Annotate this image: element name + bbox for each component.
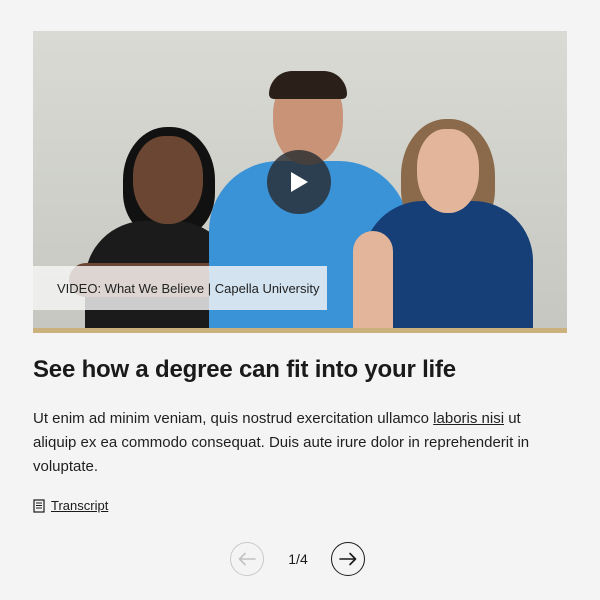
video-caption: VIDEO: What We Believe | Capella Univers… bbox=[33, 266, 327, 310]
transcript-link[interactable]: Transcript bbox=[33, 498, 108, 513]
video-thumbnail-person bbox=[133, 136, 203, 224]
document-icon bbox=[33, 498, 45, 513]
video-carousel-slide: VIDEO: What We Believe | Capella Univers… bbox=[0, 0, 600, 600]
video-thumbnail-person bbox=[269, 71, 347, 99]
arrow-right-icon bbox=[339, 552, 357, 566]
video-player[interactable]: VIDEO: What We Believe | Capella Univers… bbox=[33, 31, 567, 328]
body-text-part: Ut enim ad minim veniam, quis nostrud ex… bbox=[33, 410, 434, 427]
play-button[interactable] bbox=[267, 150, 331, 214]
video-thumbnail-person bbox=[417, 129, 479, 213]
next-button[interactable] bbox=[331, 542, 365, 576]
carousel-pagination: 1/4 bbox=[230, 542, 370, 578]
transcript-label[interactable]: Transcript bbox=[51, 498, 108, 513]
body-paragraph: Ut enim ad minim veniam, quis nostrud ex… bbox=[33, 407, 553, 479]
arrow-left-icon bbox=[238, 552, 256, 566]
video-thumbnail-person bbox=[353, 231, 393, 328]
inline-link[interactable]: laboris nisi bbox=[433, 410, 504, 427]
previous-button[interactable] bbox=[230, 542, 264, 576]
play-icon bbox=[291, 172, 308, 192]
video-accent-bar bbox=[33, 328, 567, 333]
section-heading: See how a degree can fit into your life bbox=[33, 356, 456, 383]
page-indicator: 1/4 bbox=[288, 551, 308, 567]
